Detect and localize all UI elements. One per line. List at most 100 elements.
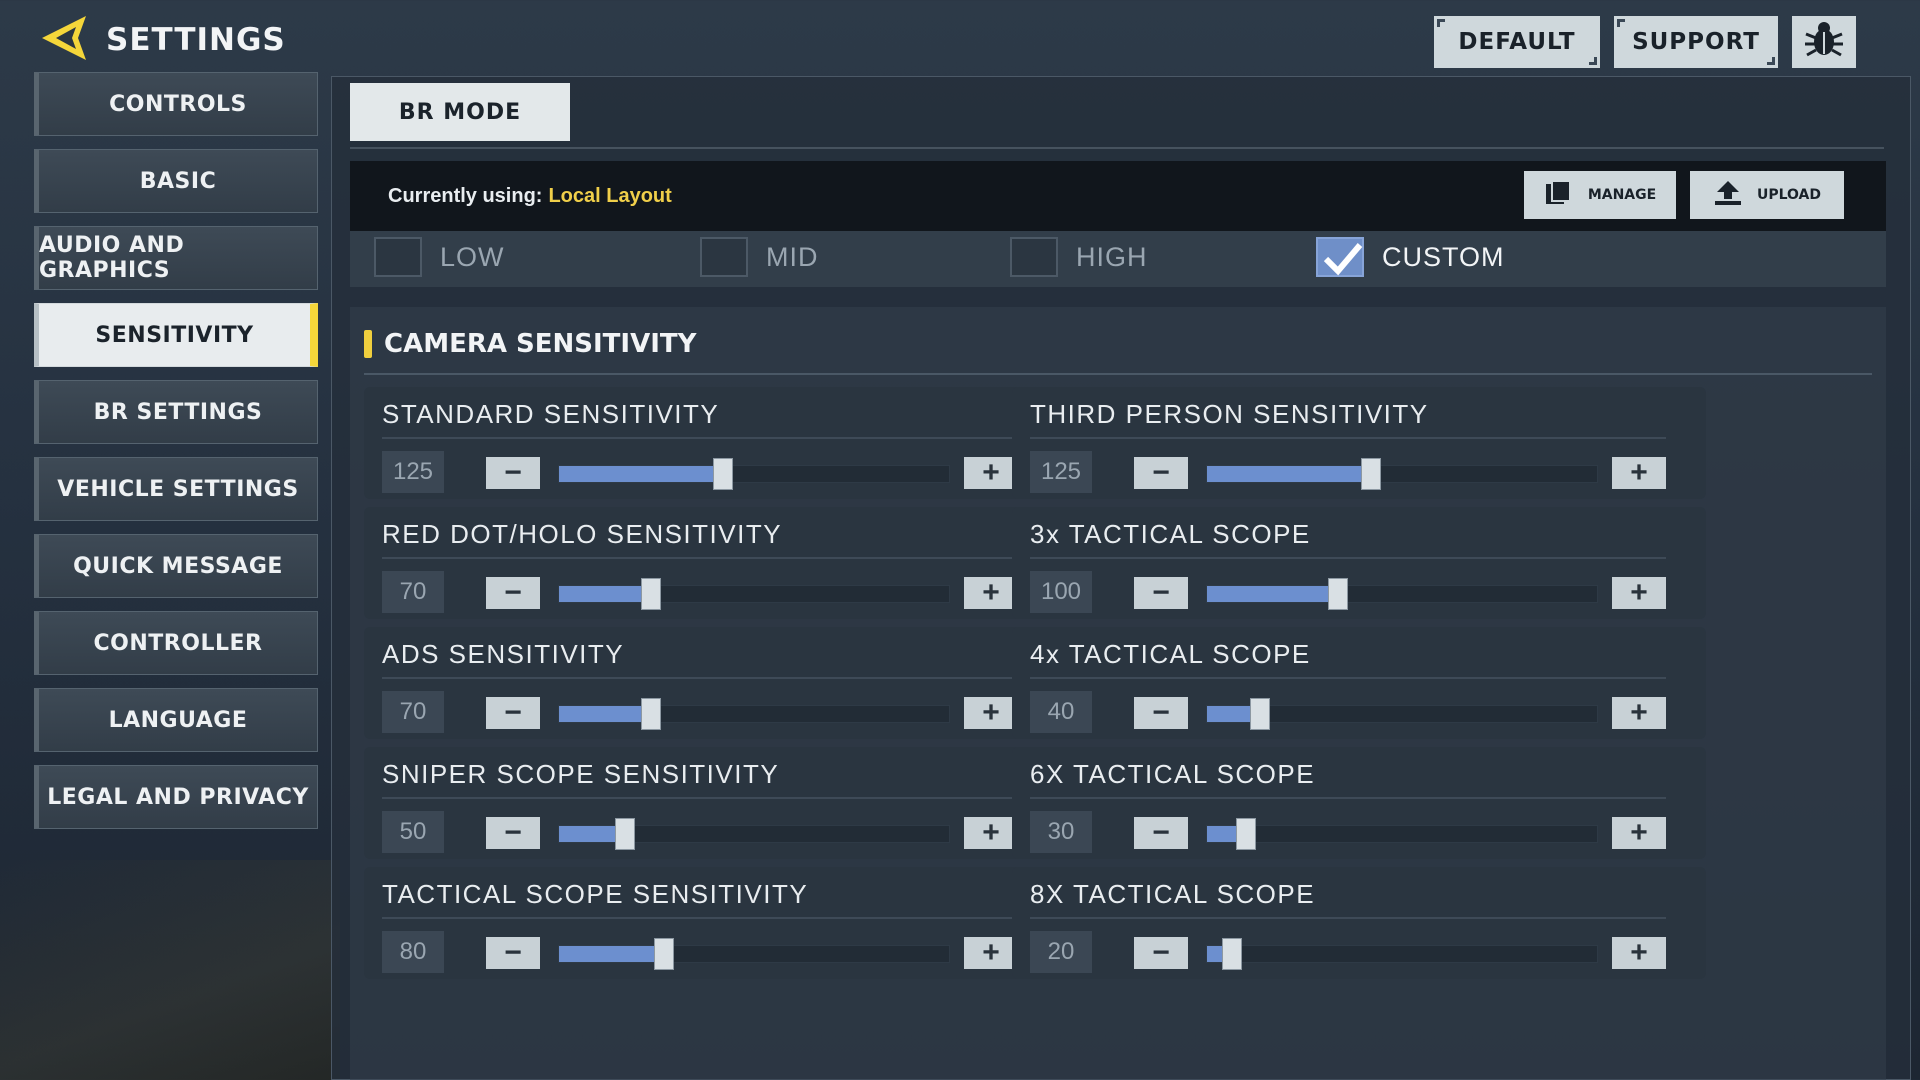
bug-icon	[1804, 20, 1844, 64]
slider-track[interactable]	[1206, 698, 1598, 730]
checkbox-icon[interactable]	[1010, 237, 1058, 277]
settings-sidebar: CONTROLS BASIC AUDIO AND GRAPHICS SENSITIVI…	[34, 72, 320, 842]
decrease-button[interactable]: −	[1134, 457, 1188, 489]
slider-title: STANDARD SENSITIVITY	[382, 399, 720, 429]
preset-label: LOW	[440, 241, 505, 272]
slider-value: 30	[1030, 811, 1092, 853]
slider-card-red-dot-holo-sensitivity: RED DOT/HOLO SENSITIVITY 70 − +	[364, 507, 1058, 619]
slider-track[interactable]	[558, 458, 950, 490]
slider-thumb[interactable]	[640, 578, 661, 610]
slider-fill	[559, 466, 723, 482]
slider-thumb[interactable]	[615, 818, 636, 850]
slider-track[interactable]	[1206, 938, 1598, 970]
decrease-button[interactable]: −	[486, 457, 540, 489]
report-bug-button[interactable]	[1792, 16, 1856, 68]
slider-track[interactable]	[1206, 458, 1598, 490]
slider-title: 4x TACTICAL SCOPE	[1030, 639, 1311, 669]
default-button[interactable]: DEFAULT	[1434, 16, 1600, 68]
sidebar-item-audio-and-graphics[interactable]: AUDIO AND GRAPHICS	[34, 226, 318, 290]
sidebar-item-legal-and-privacy[interactable]: LEGAL AND PRIVACY	[34, 765, 318, 829]
slider-track[interactable]	[1206, 818, 1598, 850]
decrease-button[interactable]: −	[486, 577, 540, 609]
slider-thumb[interactable]	[1236, 818, 1256, 850]
slider-thumb[interactable]	[1327, 578, 1348, 610]
decrease-button[interactable]: −	[1134, 697, 1188, 729]
slider-thumb[interactable]	[1360, 458, 1381, 490]
page-title: SETTINGS	[106, 22, 286, 58]
checkbox-icon[interactable]	[700, 237, 748, 277]
preset-custom[interactable]: CUSTOM	[1316, 237, 1505, 277]
slider-track[interactable]	[558, 578, 950, 610]
slider-title-divider	[382, 437, 1018, 439]
slider-title-divider	[1030, 677, 1666, 679]
sidebar-item-basic[interactable]: BASIC	[34, 149, 318, 213]
increase-button[interactable]: +	[1612, 817, 1666, 849]
plus-icon: +	[982, 576, 1000, 609]
increase-button[interactable]: +	[964, 937, 1018, 969]
slider-title-divider	[382, 797, 1018, 799]
preset-mid[interactable]: MID	[700, 237, 819, 277]
decrease-button[interactable]: −	[486, 697, 540, 729]
sidebar-item-language[interactable]: LANGUAGE	[34, 688, 318, 752]
slider-title: RED DOT/HOLO SENSITIVITY	[382, 519, 783, 549]
increase-button[interactable]: +	[1612, 457, 1666, 489]
slider-track[interactable]	[558, 818, 950, 850]
plus-icon: +	[1630, 816, 1648, 849]
manage-button[interactable]: MANAGE	[1524, 171, 1676, 219]
minus-icon: −	[504, 576, 522, 609]
preset-low[interactable]: LOW	[374, 237, 505, 277]
slider-value: 100	[1030, 571, 1092, 613]
slider-track[interactable]	[1206, 578, 1598, 610]
slider-value: 40	[1030, 691, 1092, 733]
slider-track[interactable]	[558, 698, 950, 730]
preset-high[interactable]: HIGH	[1010, 237, 1148, 277]
decrease-button[interactable]: −	[486, 937, 540, 969]
sidebar-item-sensitivity[interactable]: SENSITIVITY	[34, 303, 318, 367]
sidebar-item-vehicle-settings[interactable]: VEHICLE SETTINGS	[34, 457, 318, 521]
back-arrow-icon[interactable]	[36, 12, 92, 69]
slider-title: SNIPER SCOPE SENSITIVITY	[382, 759, 780, 789]
slider-thumb[interactable]	[640, 698, 661, 730]
increase-button[interactable]: +	[964, 577, 1018, 609]
slider-value: 125	[1030, 451, 1092, 493]
increase-button[interactable]: +	[1612, 577, 1666, 609]
slider-thumb[interactable]	[712, 458, 733, 490]
manage-icon	[1544, 180, 1574, 210]
increase-button[interactable]: +	[964, 457, 1018, 489]
slider-track[interactable]	[558, 938, 950, 970]
decrease-button[interactable]: −	[1134, 577, 1188, 609]
slider-thumb[interactable]	[1222, 938, 1243, 970]
decrease-button[interactable]: −	[1134, 937, 1188, 969]
slider-value: 70	[382, 571, 444, 613]
slider-thumb[interactable]	[1249, 698, 1270, 730]
preset-label: HIGH	[1076, 241, 1148, 272]
increase-button[interactable]: +	[964, 697, 1018, 729]
section-title: CAMERA SENSITIVITY	[384, 329, 697, 359]
background-road	[0, 860, 340, 1080]
checkbox-checked-icon[interactable]	[1316, 237, 1364, 277]
plus-icon: +	[1630, 696, 1648, 729]
sidebar-item-controller[interactable]: CONTROLLER	[34, 611, 318, 675]
support-button[interactable]: SUPPORT	[1614, 16, 1778, 68]
decrease-button[interactable]: −	[486, 817, 540, 849]
minus-icon: −	[1152, 816, 1170, 849]
sidebar-item-controls[interactable]: CONTROLS	[34, 72, 318, 136]
sidebar-item-quick-message[interactable]: QUICK MESSAGE	[34, 534, 318, 598]
minus-icon: −	[504, 936, 522, 969]
slider-title: 8X TACTICAL SCOPE	[1030, 879, 1316, 909]
slider-title-divider	[1030, 797, 1666, 799]
slider-card-sniper-scope-sensitivity: SNIPER SCOPE SENSITIVITY 50 − +	[364, 747, 1058, 859]
tab-br-mode[interactable]: BR MODE	[350, 83, 570, 141]
decrease-button[interactable]: −	[1134, 817, 1188, 849]
increase-button[interactable]: +	[1612, 937, 1666, 969]
checkbox-icon[interactable]	[374, 237, 422, 277]
increase-button[interactable]: +	[964, 817, 1018, 849]
sidebar-item-br-settings[interactable]: BR SETTINGS	[34, 380, 318, 444]
slider-card-third-person-sensitivity: THIRD PERSON SENSITIVITY 125 − +	[1012, 387, 1706, 499]
slider-thumb[interactable]	[654, 938, 675, 970]
slider-title-divider	[382, 557, 1018, 559]
slider-title-divider	[382, 917, 1018, 919]
upload-button[interactable]: UPLOAD	[1690, 171, 1844, 219]
increase-button[interactable]: +	[1612, 697, 1666, 729]
slider-fill	[559, 946, 665, 962]
